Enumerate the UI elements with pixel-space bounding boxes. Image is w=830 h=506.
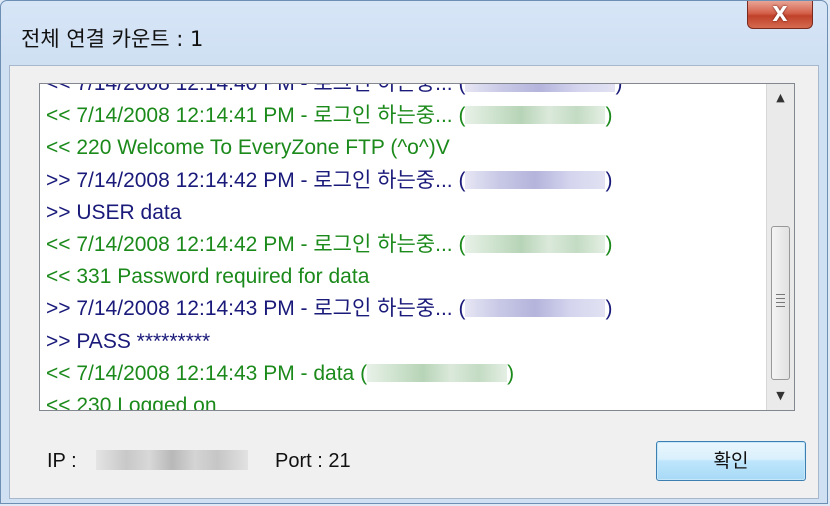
scroll-up-icon[interactable]: ▲ xyxy=(767,86,794,110)
redacted-address xyxy=(465,234,606,253)
log-line: << 7/14/2008 12:14:42 PM - 로그인 하는중... () xyxy=(46,229,760,261)
log-line-close-paren: ) xyxy=(605,104,613,128)
close-button[interactable]: X xyxy=(747,1,813,29)
window-title: 전체 연결 카운트 : 1 xyxy=(21,27,204,51)
log-line-close-paren: ) xyxy=(605,232,613,256)
log-scrollbar[interactable]: ▲ ▼ xyxy=(766,84,794,410)
title-bar[interactable]: 전체 연결 카운트 : 1 X xyxy=(1,1,827,65)
redacted-address xyxy=(465,299,606,318)
log-line-text: >> 7/14/2008 12:14:43 PM - 로그인 하는중... ( xyxy=(46,297,466,321)
log-line-text: >> 7/14/2008 12:14:42 PM - 로그인 하는중... ( xyxy=(46,168,466,192)
log-line-text: << 7/14/2008 12:14:41 PM - 로그인 하는중... ( xyxy=(46,104,466,128)
close-icon: X xyxy=(772,2,788,26)
dialog-body: << 7/14/2008 12:14:40 PM - 로그인 하는중... ()… xyxy=(9,65,819,499)
log-line-close-paren: ) xyxy=(605,168,613,192)
log-line-text: << 7/14/2008 12:14:40 PM - 로그인 하는중... ( xyxy=(46,83,466,95)
log-line: << 331 Password required for data xyxy=(46,261,760,293)
log-line: << 7/14/2008 12:14:41 PM - 로그인 하는중... () xyxy=(46,100,760,132)
log-line-text: >> PASS ********* xyxy=(46,329,211,353)
log-line-text: >> USER data xyxy=(46,200,182,224)
redacted-address xyxy=(465,84,616,92)
log-line: << 7/14/2008 12:14:40 PM - 로그인 하는중... () xyxy=(46,83,760,100)
log-line-close-paren: ) xyxy=(605,297,613,321)
log-line: << 220 Welcome To EveryZone FTP (^o^)V xyxy=(46,132,760,164)
log-line-text: << 331 Password required for data xyxy=(46,265,370,289)
log-line-text: << 220 Welcome To EveryZone FTP (^o^)V xyxy=(46,136,450,160)
log-line-text: << 230 Logged on xyxy=(46,393,217,411)
log-line: >> PASS ********* xyxy=(46,326,760,358)
log-line-text: << 7/14/2008 12:14:43 PM - data ( xyxy=(46,361,368,385)
connection-log[interactable]: << 7/14/2008 12:14:40 PM - 로그인 하는중... ()… xyxy=(39,83,795,411)
log-line: >> 7/14/2008 12:14:42 PM - 로그인 하는중... () xyxy=(46,165,760,197)
redacted-address xyxy=(367,363,508,382)
port-label: Port : 21 xyxy=(275,450,351,472)
ip-label: IP : xyxy=(47,450,77,472)
dialog-window: 전체 연결 카운트 : 1 X << 7/14/2008 12:14:40 PM… xyxy=(0,0,828,504)
ip-value-redacted xyxy=(96,450,248,470)
log-line: >> 7/14/2008 12:14:43 PM - 로그인 하는중... () xyxy=(46,293,760,325)
scroll-down-icon[interactable]: ▼ xyxy=(767,384,794,408)
redacted-address xyxy=(465,106,606,125)
ok-button[interactable]: 확인 xyxy=(656,441,806,481)
log-line-close-paren: ) xyxy=(507,361,515,385)
log-lines: << 7/14/2008 12:14:40 PM - 로그인 하는중... ()… xyxy=(46,83,760,411)
redacted-address xyxy=(465,170,606,189)
log-line-text: << 7/14/2008 12:14:42 PM - 로그인 하는중... ( xyxy=(46,232,466,256)
grip-icon xyxy=(776,294,785,308)
log-line: << 230 Logged on xyxy=(46,390,760,411)
log-line: >> USER data xyxy=(46,197,760,229)
log-line-close-paren: ) xyxy=(615,83,623,95)
log-line: << 7/14/2008 12:14:43 PM - data () xyxy=(46,358,760,390)
scroll-thumb[interactable] xyxy=(771,226,790,380)
